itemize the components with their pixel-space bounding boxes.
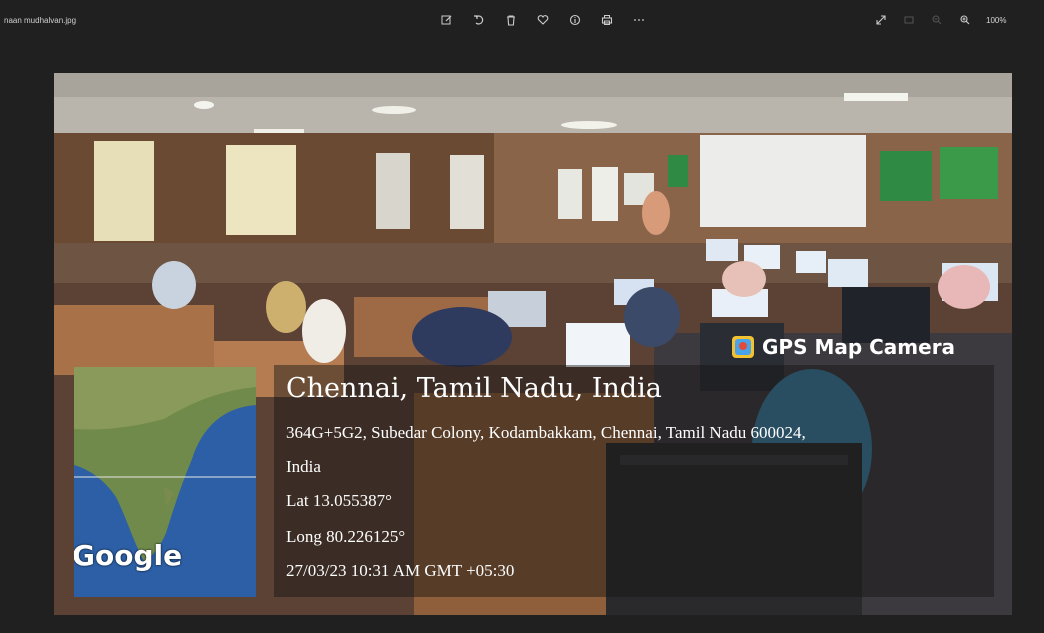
- print-icon[interactable]: [596, 10, 618, 30]
- longitude: Long 80.226125°: [286, 527, 406, 546]
- address-line: 364G+5G2, Subedar Colony, Kodambakkam, C…: [286, 423, 806, 442]
- zoom-controls: 100%: [870, 10, 1006, 30]
- zoom-level: 100%: [986, 15, 1007, 25]
- title-bar: naan mudhalvan.jpg 100%: [0, 0, 1044, 42]
- location-title: Chennai, Tamil Nadu, India: [286, 373, 662, 404]
- zoom-in-icon[interactable]: [954, 10, 976, 30]
- gps-camera-app-icon: [732, 336, 754, 358]
- fit-icon[interactable]: [898, 10, 920, 30]
- zoom-out-icon[interactable]: [926, 10, 948, 30]
- file-name: naan mudhalvan.jpg: [4, 16, 77, 25]
- address-country: India: [286, 457, 321, 476]
- rotate-icon[interactable]: [468, 10, 490, 30]
- info-icon[interactable]: [564, 10, 586, 30]
- delete-icon[interactable]: [500, 10, 522, 30]
- google-logo: Google: [74, 539, 183, 572]
- watermark-label: GPS Map Camera: [762, 335, 956, 359]
- location-info-panel: Chennai, Tamil Nadu, India 364G+5G2, Sub…: [274, 365, 994, 597]
- favorite-icon[interactable]: [532, 10, 554, 30]
- expand-icon[interactable]: [870, 10, 892, 30]
- photo-canvas: GPS Map Camera Google Chennai, Tamil Nad…: [54, 73, 1012, 615]
- latitude: Lat 13.055387°: [286, 491, 392, 510]
- timestamp: 27/03/23 10:31 AM GMT +05:30: [286, 561, 515, 580]
- edit-icon[interactable]: [436, 10, 458, 30]
- more-icon[interactable]: [628, 10, 650, 30]
- toolbar: [436, 10, 660, 30]
- map-thumbnail: Google: [74, 367, 256, 597]
- photo-viewer-window: naan mudhalvan.jpg 100% GPS Map Camera G…: [0, 0, 1044, 633]
- gps-map-camera-watermark: GPS Map Camera: [732, 335, 955, 359]
